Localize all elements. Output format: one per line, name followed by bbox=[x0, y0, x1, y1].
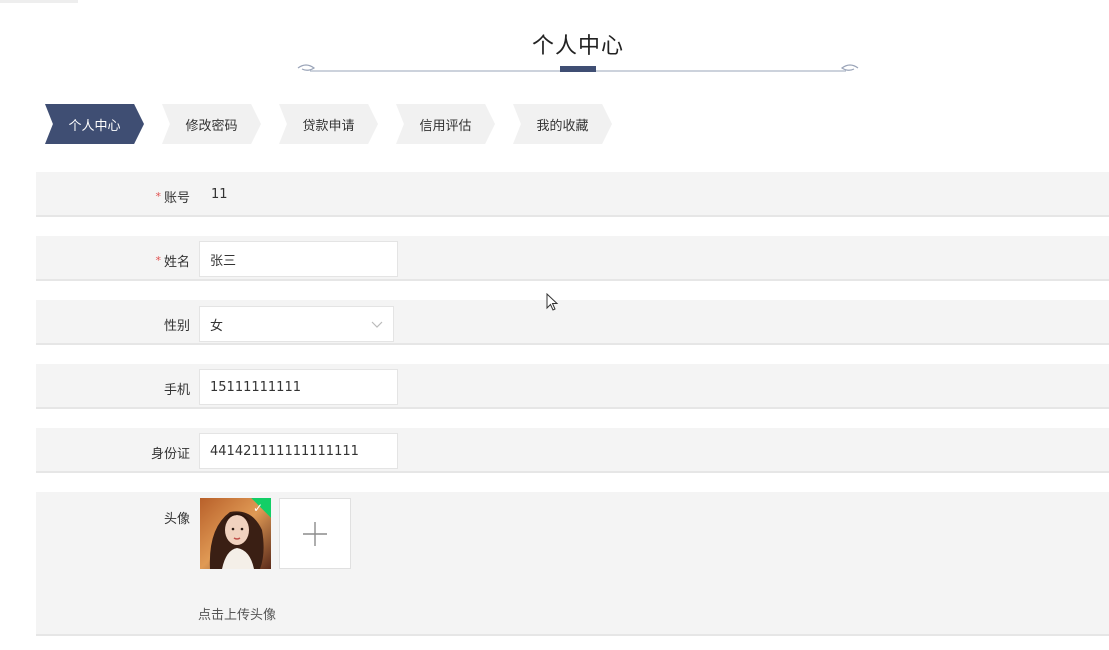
name-label: * 姓名 bbox=[36, 251, 190, 270]
gender-label: 性别 bbox=[163, 319, 190, 334]
gender-select[interactable]: 女 bbox=[199, 306, 394, 342]
title-divider bbox=[297, 64, 859, 72]
tab-change-password[interactable]: 修改密码 bbox=[162, 104, 261, 144]
tab-loan-application[interactable]: 贷款申请 bbox=[279, 104, 378, 144]
id-card-input[interactable]: 441421111111111111 bbox=[199, 433, 398, 469]
avatar-upload-hint: 点击上传头像 bbox=[198, 608, 277, 623]
tab-my-favorites[interactable]: 我的收藏 bbox=[513, 104, 612, 144]
avatar-thumbnail[interactable]: ✓ bbox=[200, 498, 271, 569]
phone-label: 手机 bbox=[163, 383, 190, 398]
cursor-icon bbox=[546, 293, 559, 311]
form-row-phone: 手机 15111111111 bbox=[36, 364, 1109, 409]
check-icon: ✓ bbox=[253, 501, 264, 515]
phone-input[interactable]: 15111111111 bbox=[199, 369, 398, 405]
form-row-avatar: 头像 ✓ 点击上传头像 bbox=[36, 492, 1109, 636]
avatar-label: 头像 bbox=[163, 512, 190, 527]
account-value: 11 bbox=[211, 187, 228, 202]
tab-credit-assessment[interactable]: 信用评估 bbox=[396, 104, 495, 144]
tab-profile[interactable]: 个人中心 bbox=[45, 104, 144, 144]
plus-icon bbox=[303, 521, 327, 546]
form-row-gender: 性别 女 bbox=[36, 300, 1109, 345]
top-edge-strip bbox=[0, 0, 78, 3]
form-row-id-card: 身份证 441421111111111111 bbox=[36, 428, 1109, 473]
id-card-label: 身份证 bbox=[150, 447, 190, 462]
name-input[interactable]: 张三 bbox=[199, 241, 398, 277]
account-label-text: 账号 bbox=[163, 191, 190, 206]
form-row-name: * 姓名 张三 bbox=[36, 236, 1109, 281]
avatar-upload-button[interactable] bbox=[279, 498, 351, 569]
chevron-down-icon bbox=[371, 321, 383, 328]
page-title: 个人中心 bbox=[531, 34, 624, 59]
required-mark: * bbox=[155, 254, 161, 267]
form-row-account: * 账号 11 bbox=[36, 172, 1109, 217]
name-label-text: 姓名 bbox=[163, 255, 190, 270]
required-mark: * bbox=[155, 190, 161, 203]
gender-selected-value: 女 bbox=[210, 318, 224, 334]
account-label: * 账号 bbox=[36, 187, 190, 206]
